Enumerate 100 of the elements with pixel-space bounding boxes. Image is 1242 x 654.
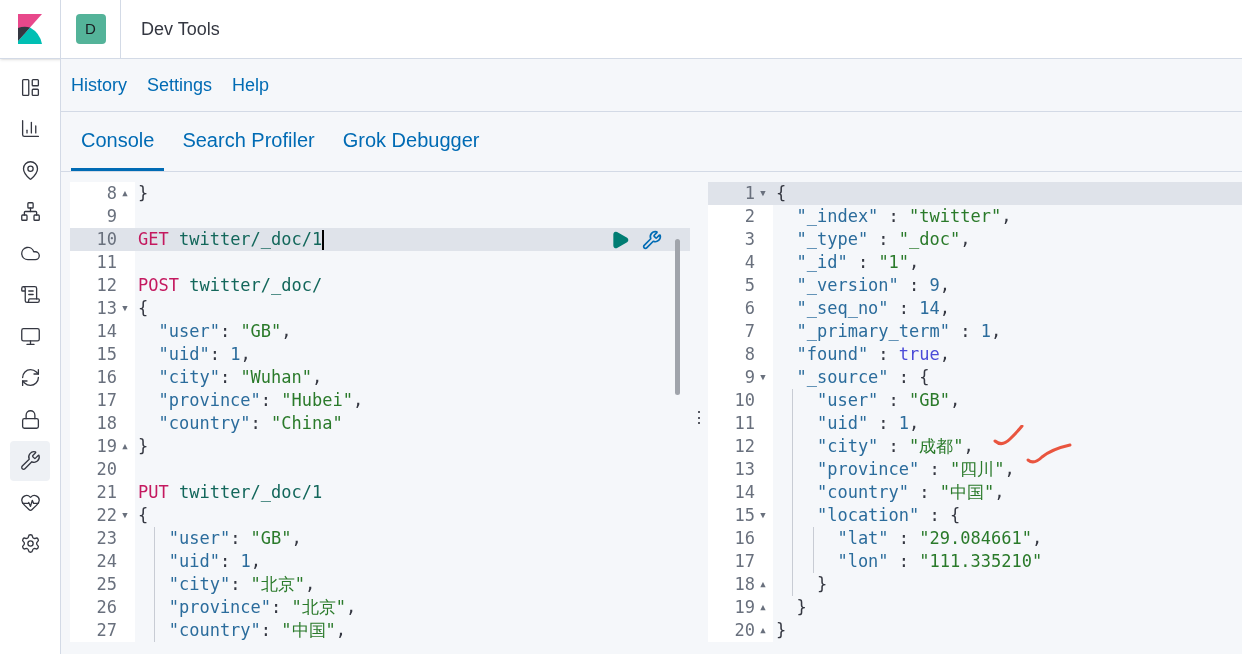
- code-method: POST: [138, 273, 179, 297]
- line-number: 18: [96, 411, 117, 435]
- line-number: 20: [96, 457, 117, 481]
- code-string: "北京": [291, 595, 347, 619]
- space-avatar[interactable]: D: [75, 14, 106, 44]
- scroll-icon: [19, 284, 41, 305]
- code-string: "1": [878, 250, 910, 274]
- code-method: PUT: [138, 480, 169, 504]
- lock-icon: [19, 408, 41, 430]
- fold-toggle[interactable]: ▼: [119, 508, 131, 523]
- code-path: twitter/_doc/1: [177, 480, 323, 504]
- code-punct: ,: [240, 342, 251, 366]
- code-number: 9: [929, 273, 940, 297]
- line-number: 13: [734, 457, 755, 481]
- fold-toggle[interactable]: ▼: [757, 370, 769, 385]
- line-number: 27: [96, 618, 117, 642]
- line-number: 26: [96, 595, 117, 619]
- code-punct: :: [897, 526, 911, 550]
- code-punct: ,: [909, 411, 920, 435]
- line-number: 11: [96, 250, 117, 274]
- code-punct: :: [271, 595, 283, 619]
- code-punct: ,: [950, 388, 961, 412]
- code-number: 1: [980, 319, 991, 343]
- line-number: 15: [96, 342, 117, 366]
- code-punct: :: [877, 227, 890, 251]
- line-number: 2: [744, 204, 755, 228]
- fold-toggle[interactable]: ▲: [757, 600, 769, 615]
- code-number: 1: [898, 411, 910, 435]
- code-punct: ,: [291, 526, 302, 550]
- code-punct: ,: [939, 273, 951, 297]
- code-punct: :: [856, 250, 870, 274]
- code-string: "GB": [250, 526, 292, 550]
- tab[interactable]: Console: [71, 112, 165, 171]
- bar-chart-icon: [19, 118, 41, 139]
- code-punct: ,: [1001, 204, 1012, 228]
- line-number: 23: [96, 526, 117, 550]
- code-punct: :: [908, 273, 921, 297]
- code-punct: ,: [960, 227, 971, 251]
- code-path: twitter/_doc/1: [177, 227, 323, 251]
- line-number: 14: [96, 319, 117, 343]
- scrollbar[interactable]: [675, 239, 680, 395]
- fold-toggle[interactable]: ▼: [757, 508, 769, 523]
- line-number: 10: [734, 388, 755, 412]
- code-string: "_doc": [898, 227, 961, 251]
- code-punct: ,: [963, 434, 974, 458]
- line-number: 5: [744, 273, 755, 297]
- fold-toggle[interactable]: ▼: [119, 301, 131, 316]
- code-punct: ,: [346, 595, 357, 619]
- code-punct: ,: [305, 572, 316, 596]
- line-number: 19: [96, 434, 117, 458]
- code-punct: :: [959, 319, 972, 343]
- tab[interactable]: Search Profiler: [172, 112, 325, 171]
- tab[interactable]: Grok Debugger: [332, 112, 490, 171]
- line-number: 6: [744, 296, 755, 320]
- line-number: 19: [734, 595, 755, 619]
- code-punct: :: [219, 319, 232, 343]
- code-punct: ,: [335, 618, 347, 642]
- code-string: "twitter": [909, 204, 1002, 228]
- line-number: 12: [96, 273, 117, 297]
- code-punct: ,: [1031, 526, 1043, 550]
- code-string: "Wuhan": [240, 365, 313, 389]
- code-punct: :: [887, 388, 900, 412]
- code-number: 1: [230, 342, 241, 366]
- menu-link[interactable]: Help: [232, 71, 270, 99]
- code-bool: true: [898, 342, 940, 366]
- line-number: 12: [734, 434, 755, 458]
- fold-toggle[interactable]: ▲: [119, 186, 131, 201]
- code-punct: ,: [352, 388, 364, 412]
- menu-link[interactable]: History: [71, 71, 127, 99]
- code-string: "中国": [939, 480, 995, 504]
- code-string: "GB": [909, 388, 951, 412]
- code-punct: :: [877, 342, 890, 366]
- code-string: "成都": [909, 434, 964, 458]
- line-number: 17: [96, 388, 117, 412]
- code-punct: :: [250, 411, 262, 435]
- code-string: "Hubei": [281, 388, 353, 412]
- line-number: 17: [734, 549, 755, 573]
- code-punct: }: [776, 618, 787, 642]
- fold-toggle[interactable]: ▲: [757, 623, 769, 638]
- settings-icon: [19, 533, 41, 554]
- code-punct: ,: [1004, 457, 1015, 481]
- wrench-icon[interactable]: [642, 229, 662, 250]
- logo-icon[interactable]: [18, 14, 42, 44]
- code-punct: :: [887, 434, 900, 458]
- line-number: 15: [734, 503, 755, 527]
- code-string: "中国": [281, 618, 336, 642]
- play-icon[interactable]: [610, 229, 630, 250]
- code-punct: ,: [939, 342, 951, 366]
- monitor-icon: [19, 325, 41, 347]
- line-number: 13: [96, 296, 117, 320]
- layout-icon: [19, 76, 41, 98]
- line-number: 8: [744, 342, 755, 366]
- resize-handle-icon[interactable]: ⋮: [691, 406, 707, 430]
- network-icon: [19, 201, 41, 222]
- menu-link[interactable]: Settings: [147, 71, 213, 99]
- wrench-icon: [19, 450, 41, 471]
- fold-toggle[interactable]: ▲: [119, 439, 131, 454]
- nav-item[interactable]: [10, 440, 50, 481]
- fold-toggle[interactable]: ▼: [757, 186, 769, 201]
- fold-toggle[interactable]: ▲: [757, 577, 769, 592]
